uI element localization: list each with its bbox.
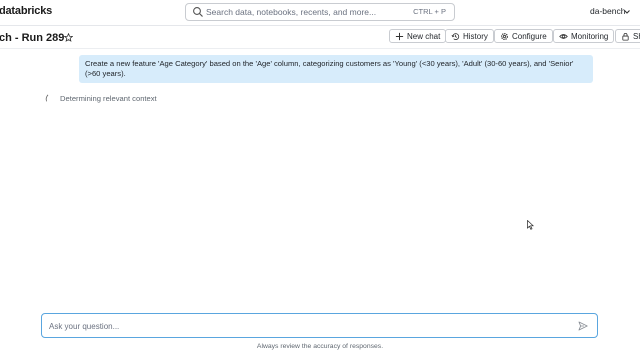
disclaimer-text: Always review the accuracy of responses.	[256, 343, 384, 350]
search-shortcut: CTRL + P	[413, 7, 446, 16]
share-button[interactable]: Sh	[615, 29, 640, 43]
status-text: Determining relevant context	[60, 94, 157, 103]
configure-label: Configure	[512, 31, 547, 41]
new-chat-button[interactable]: New chat	[389, 29, 447, 43]
user-message: Create a new feature 'Age Category' base…	[79, 55, 593, 83]
mouse-cursor-icon	[527, 220, 534, 230]
plus-icon	[395, 32, 404, 40]
search-placeholder: Search data, notebooks, recents, and mor…	[206, 7, 377, 17]
new-chat-label: New chat	[407, 31, 441, 41]
monitoring-label: Monitoring	[571, 31, 609, 41]
user-name: da-bench	[590, 6, 626, 16]
search-input[interactable]: Search data, notebooks, recents, and mor…	[185, 3, 455, 21]
history-button[interactable]: History	[445, 29, 494, 43]
user-menu[interactable]: da-bench	[590, 6, 630, 16]
brand-logo[interactable]: databricks	[0, 5, 52, 17]
history-label: History	[463, 31, 488, 41]
lock-icon	[622, 32, 629, 41]
question-placeholder: Ask your question...	[49, 322, 120, 331]
top-bar: databricks Search data, notebooks, recen…	[0, 0, 640, 26]
loading-spinner-icon	[45, 94, 49, 102]
gear-icon	[500, 32, 509, 40]
history-icon	[451, 32, 460, 40]
configure-button[interactable]: Configure	[494, 29, 553, 43]
share-label: Sh	[633, 31, 640, 41]
page-title: ch - Run 289	[0, 32, 65, 44]
monitoring-button[interactable]: Monitoring	[553, 29, 615, 43]
send-icon[interactable]	[578, 321, 588, 331]
star-icon[interactable]	[64, 33, 73, 42]
eye-icon	[559, 33, 568, 39]
question-input[interactable]: Ask your question...	[41, 313, 598, 338]
chevron-down-icon	[624, 10, 630, 14]
search-icon	[193, 7, 203, 17]
title-bar: ch - Run 289 New chat History Configure …	[0, 27, 640, 49]
